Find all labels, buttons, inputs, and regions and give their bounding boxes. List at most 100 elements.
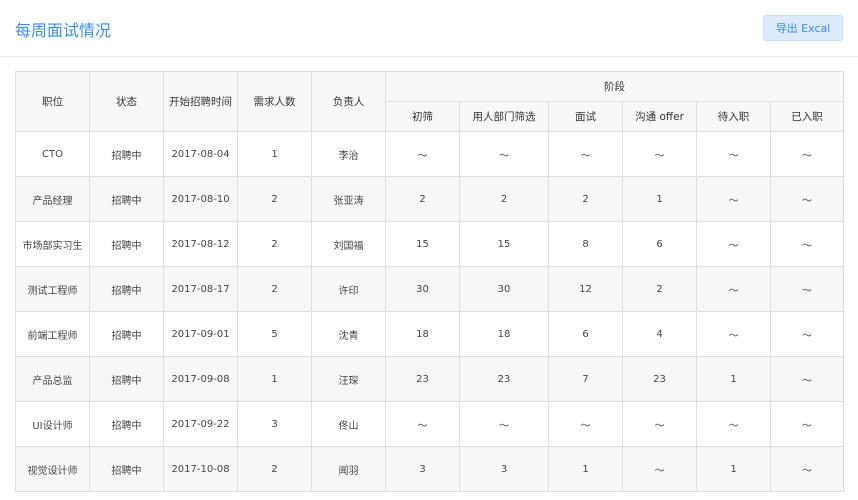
table-cell: 2017-08-04	[163, 131, 238, 177]
table-cell: 2	[237, 176, 312, 222]
table-cell: ～	[769, 176, 845, 222]
table-cell: ～	[696, 401, 771, 447]
export-excel-button[interactable]: 导出 Excal	[763, 15, 843, 41]
table-row: 市场部实习生 招聘中 2017-08-12 2 刘国福 15 15 8 6 ～～	[15, 221, 845, 267]
table-cell: 23	[622, 356, 697, 402]
table-cell: 2	[237, 221, 312, 267]
table-cell: 1	[548, 446, 623, 492]
table-cell: 视觉设计师	[15, 446, 90, 492]
table-cell: ～	[696, 221, 771, 267]
table-cell: ～	[696, 176, 771, 222]
table-cell: ～	[696, 131, 771, 177]
table-cell: 15	[459, 221, 549, 267]
table-cell: 3	[385, 446, 460, 492]
table-cell: 测试工程师	[15, 266, 90, 312]
table-cell: 1	[237, 356, 312, 402]
table-row: 产品总监 招聘中 2017-09-08 1 汪琛 23 23 7 23 1 ～	[15, 356, 845, 402]
table-cell: 6	[548, 311, 623, 357]
page-title: 每周面试情况	[15, 21, 112, 40]
column-header-offer: 沟通 offer	[622, 101, 697, 132]
table-cell: 2	[548, 176, 623, 222]
table-cell: 1	[622, 176, 697, 222]
table-cell: ～	[769, 311, 845, 357]
table-cell: 闻羽	[311, 446, 386, 492]
weekly-interview-table: 职位 状态 开始招聘时间 需求人数 负责人 阶段 初筛 用人部门筛选 面试 沟通…	[15, 71, 845, 492]
column-header-joined: 已入职	[769, 101, 845, 132]
column-header-owner: 负责人	[311, 71, 386, 132]
table-row: 前端工程师 招聘中 2017-09-01 5 沈青 18 18 6 4 ～～	[15, 311, 845, 357]
table-cell: 许印	[311, 266, 386, 312]
table-cell: 18	[459, 311, 549, 357]
table-row: CTO 招聘中 2017-08-04 1 李治～～～～～～	[15, 131, 845, 177]
table-cell: UI设计师	[15, 401, 90, 447]
table-cell: 18	[385, 311, 460, 357]
table-cell: 招聘中	[89, 131, 164, 177]
table-cell: ～	[548, 401, 623, 447]
column-header-stage: 阶段	[384, 71, 845, 102]
table-cell: ～	[769, 401, 845, 447]
column-header-interview: 面试	[548, 101, 623, 132]
column-header-pending: 待入职	[696, 101, 771, 132]
table-cell: ～	[459, 131, 549, 177]
table-cell: ～	[696, 266, 771, 312]
table-cell: ～	[622, 401, 697, 447]
table-cell: 23	[459, 356, 549, 402]
table-row: 视觉设计师 招聘中 2017-10-08 2 闻羽 3 3 1 ～ 1 ～	[15, 446, 845, 492]
table-cell: 2017-09-01	[163, 311, 238, 357]
table-cell: 2017-08-12	[163, 221, 238, 267]
table-cell: 30	[459, 266, 549, 312]
column-header-screen: 初筛	[385, 101, 460, 132]
table-cell: 2017-09-22	[163, 401, 238, 447]
table-cell: ～	[385, 401, 460, 447]
table-cell: 招聘中	[89, 311, 164, 357]
table-cell: 8	[548, 221, 623, 267]
table-cell: 前端工程师	[15, 311, 90, 357]
table-row: 测试工程师 招聘中 2017-08-17 2 许印 30 30 12 2 ～～	[15, 266, 845, 312]
table-cell: 张亚涛	[311, 176, 386, 222]
table-cell: 2	[237, 446, 312, 492]
table-cell: 招聘中	[89, 446, 164, 492]
table-cell: 产品总监	[15, 356, 90, 402]
table-cell: 30	[385, 266, 460, 312]
table-cell: 招聘中	[89, 356, 164, 402]
table-cell: 3	[237, 401, 312, 447]
table-cell: ～	[459, 401, 549, 447]
table-cell: ～	[548, 131, 623, 177]
table-cell: 2	[459, 176, 549, 222]
table-cell: ～	[696, 311, 771, 357]
table-cell: 6	[622, 221, 697, 267]
column-header-start-date: 开始招聘时间	[163, 71, 238, 132]
table-cell: CTO	[15, 131, 90, 177]
table-cell: 2017-10-08	[163, 446, 238, 492]
table-cell: 招聘中	[89, 401, 164, 447]
table-cell: 刘国福	[311, 221, 386, 267]
table-cell: 2	[385, 176, 460, 222]
column-header-status: 状态	[89, 71, 164, 132]
column-header-dept-screen: 用人部门筛选	[459, 101, 549, 132]
table-cell: ～	[769, 266, 845, 312]
table-cell: ～	[769, 446, 845, 492]
table-cell: ～	[769, 131, 845, 177]
column-header-demand: 需求人数	[237, 71, 312, 132]
table-cell: 3	[459, 446, 549, 492]
table-row: UI设计师 招聘中 2017-09-22 3 佟山～～～～～～	[15, 401, 845, 447]
table-cell: 佟山	[311, 401, 386, 447]
table-cell: 产品经理	[15, 176, 90, 222]
table-cell: 7	[548, 356, 623, 402]
table-cell: ～	[385, 131, 460, 177]
table-cell: 2017-08-17	[163, 266, 238, 312]
table-row: 产品经理 招聘中 2017-08-10 2 张亚涛 2 2 2 1 ～～	[15, 176, 845, 222]
table-cell: 2017-08-10	[163, 176, 238, 222]
table-cell: 23	[385, 356, 460, 402]
column-header-position: 职位	[15, 71, 90, 132]
table-cell: ～	[622, 446, 697, 492]
table-cell: 12	[548, 266, 623, 312]
table-cell: 15	[385, 221, 460, 267]
table-cell: ～	[769, 356, 845, 402]
table-cell: 1	[237, 131, 312, 177]
table-cell: 4	[622, 311, 697, 357]
table-cell: 5	[237, 311, 312, 357]
table-cell: 市场部实习生	[15, 221, 90, 267]
table-cell: 2	[622, 266, 697, 312]
table-cell: 沈青	[311, 311, 386, 357]
